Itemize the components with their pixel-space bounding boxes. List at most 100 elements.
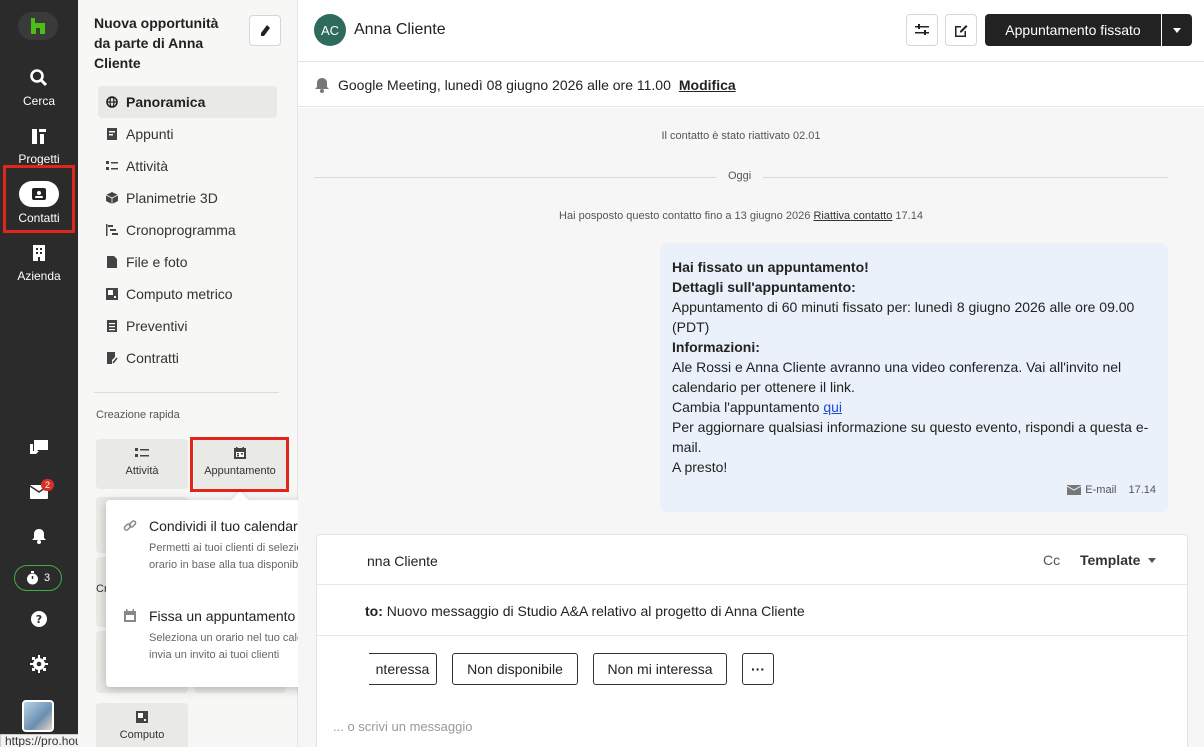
timer-button[interactable]: 3 xyxy=(14,565,62,591)
nav-item-contracts[interactable]: Contratti xyxy=(98,342,277,374)
quick-reply-interested[interactable]: nteressa xyxy=(369,653,437,685)
message-input[interactable]: ... o scrivi un messaggio xyxy=(333,719,472,734)
settings-button[interactable] xyxy=(0,655,78,673)
nav-item-3d-plans[interactable]: Planimetrie 3D xyxy=(98,182,277,214)
message-line: Ale Rossi e Anna Cliente avranno una vid… xyxy=(672,359,1122,395)
filters-button[interactable] xyxy=(906,14,938,46)
timer-count: 3 xyxy=(43,572,51,584)
rail-item-projects[interactable]: Progetti xyxy=(0,126,78,166)
calendar-icon xyxy=(124,609,136,622)
edit-project-button[interactable] xyxy=(249,15,281,46)
help-button[interactable]: ? xyxy=(0,611,78,627)
rail-label-projects: Progetti xyxy=(18,152,60,166)
quote-icon xyxy=(107,320,117,332)
pencil-icon xyxy=(261,24,270,36)
chat-icon xyxy=(30,440,48,454)
rail-label-search: Cerca xyxy=(22,94,55,108)
bell-icon xyxy=(32,529,46,544)
messages-button[interactable] xyxy=(0,440,78,456)
reactivated-note: Il contatto è stato riattivato 02.01 xyxy=(661,130,821,142)
globe-icon xyxy=(106,96,118,108)
help-icon: ? xyxy=(31,611,47,627)
contact-avatar: AC xyxy=(314,14,346,46)
recipient-name[interactable]: nna Cliente xyxy=(367,553,438,569)
nav-item-notes[interactable]: Appunti xyxy=(98,118,277,150)
rail-label-company: Azienda xyxy=(17,269,61,283)
conversation-area: Il contatto è stato riattivato 02.01 Ogg… xyxy=(298,108,1204,747)
estimate-icon xyxy=(136,711,148,723)
bell-icon xyxy=(315,77,329,93)
compose-button[interactable] xyxy=(945,14,977,46)
meeting-edit-link[interactable]: Modifica xyxy=(679,77,736,93)
nav-item-tasks[interactable]: Attività xyxy=(98,150,277,182)
cc-button[interactable]: Cc xyxy=(1043,552,1060,568)
quick-reply-unavailable[interactable]: Non disponibile xyxy=(452,653,578,685)
notifications-button[interactable] xyxy=(0,528,78,544)
quick-create-label-estimate: Computo xyxy=(119,729,165,741)
notes-icon xyxy=(107,128,117,140)
rail-item-search[interactable]: Cerca xyxy=(0,68,78,108)
message-channel: E-mail xyxy=(1067,480,1116,500)
recipient-row: nna Cliente Cc Template xyxy=(317,535,1187,585)
sidebar-divider xyxy=(94,392,279,393)
message-line: Cambia l'appuntamento qui xyxy=(672,397,1156,417)
rail-item-company[interactable]: Azienda xyxy=(0,243,78,283)
message-line: Dettagli sull'appuntamento: xyxy=(672,279,856,295)
change-appointment-link[interactable]: qui xyxy=(823,399,842,415)
message-channel-label: E-mail xyxy=(1085,484,1117,496)
change-appointment-text: Cambia l'appuntamento xyxy=(672,399,820,415)
sliders-icon xyxy=(915,24,929,35)
day-divider-label: Oggi xyxy=(716,170,764,182)
nav-item-overview[interactable]: Panoramica xyxy=(98,86,277,118)
lead-status-dropdown[interactable] xyxy=(1162,14,1192,46)
nav-item-estimate[interactable]: Computo metrico xyxy=(98,278,277,310)
tasks-icon xyxy=(135,448,149,457)
houzz-logo[interactable] xyxy=(18,12,58,40)
reactivate-link[interactable]: Riattiva contatto xyxy=(813,210,892,222)
quick-create-label-task: Attività xyxy=(125,465,159,477)
gear-icon xyxy=(30,655,48,673)
nav-label: Contratti xyxy=(126,350,179,366)
meeting-bar: Google Meeting, lunedì 08 giugno 2026 al… xyxy=(298,63,1204,107)
inbox-button[interactable]: 2 xyxy=(0,479,78,499)
nav-item-schedule[interactable]: Cronoprogramma xyxy=(98,214,277,246)
nav-label: Appunti xyxy=(126,126,174,142)
mail-icon xyxy=(1067,485,1082,495)
subject-value: Nuovo messaggio di Studio A&A relativo a… xyxy=(386,603,805,619)
nav-label: File e foto xyxy=(126,254,188,270)
estimate-icon xyxy=(106,288,118,300)
building-icon xyxy=(33,245,45,261)
contacts-highlight-box xyxy=(3,165,75,233)
subject-row: to: Nuovo messaggio di Studio A&A relati… xyxy=(317,586,1187,636)
message-composer: nna Cliente Cc Template to: Nuovo messag… xyxy=(316,534,1188,747)
message-line: Informazioni: xyxy=(672,339,760,355)
nav-label: Planimetrie 3D xyxy=(126,190,218,206)
appointment-highlight-box xyxy=(190,437,289,492)
quick-create-estimate[interactable]: Computo xyxy=(96,703,188,747)
message-line: Appuntamento di 60 minuti fissato per: l… xyxy=(672,299,1135,335)
contract-icon xyxy=(107,352,118,364)
quick-create-task[interactable]: Attività xyxy=(96,439,188,489)
postponed-text: Hai posposto questo contatto fino a 13 g… xyxy=(559,210,811,222)
schedule-icon xyxy=(106,224,118,236)
message-meta: E-mail 17.14 xyxy=(1067,480,1156,500)
subject-label: to: xyxy=(365,603,383,619)
app-rail: Cerca Progetti Contatti Azienda 2 3 ? xyxy=(0,0,78,747)
quick-reply-not-interested[interactable]: Non mi interessa xyxy=(593,653,727,685)
user-avatar[interactable] xyxy=(22,700,54,732)
lead-status-button[interactable]: Appuntamento fissato xyxy=(985,14,1161,46)
nav-item-quotes[interactable]: Preventivi xyxy=(98,310,277,342)
subject-field[interactable]: to: Nuovo messaggio di Studio A&A relati… xyxy=(365,603,805,619)
contact-header: AC Anna Cliente Appuntamento fissato xyxy=(298,0,1204,62)
nav-item-files[interactable]: File e foto xyxy=(98,246,277,278)
message-line: Hai fissato un appuntamento! xyxy=(672,259,869,275)
nav-label: Computo metrico xyxy=(126,286,233,302)
search-icon xyxy=(30,69,48,87)
more-replies-button[interactable]: ··· xyxy=(742,653,774,685)
nav-label: Attività xyxy=(126,158,169,174)
share-calendar-title: Condividi il tuo calendario xyxy=(149,518,309,534)
message-bubble: Hai fissato un appuntamento! Dettagli su… xyxy=(660,243,1168,512)
nav-label: Panoramica xyxy=(126,94,206,110)
template-dropdown[interactable]: Template xyxy=(1080,552,1157,568)
postponed-note: Hai posposto questo contatto fino a 13 g… xyxy=(298,210,1184,222)
